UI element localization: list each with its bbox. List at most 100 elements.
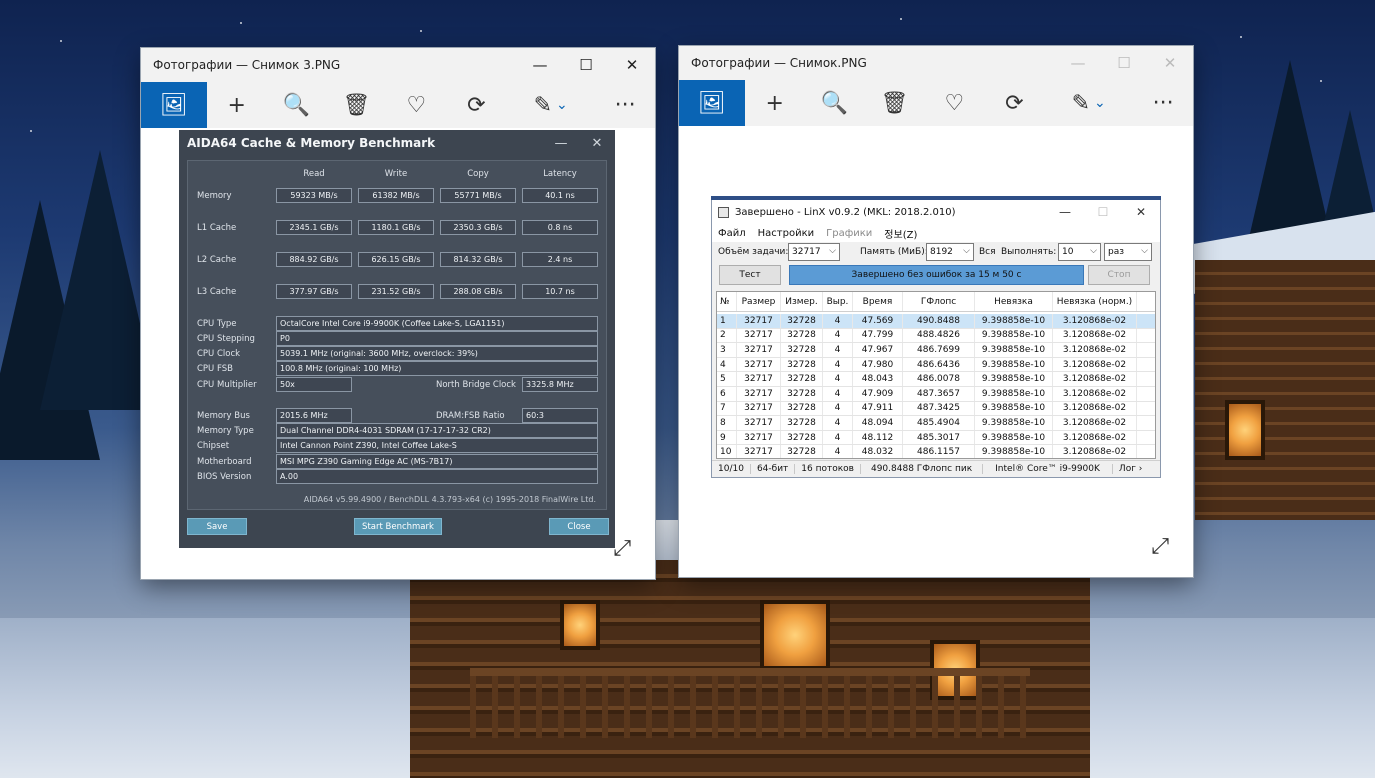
memory-latency: 40.1 ns	[522, 188, 598, 203]
add-icon[interactable]: +	[745, 80, 805, 126]
table-cell: 4	[823, 430, 853, 445]
dram-ratio-label: DRAM:FSB Ratio	[436, 411, 505, 421]
linx-title-bar: Завершено - LinX v0.9.2 (MKL: 2018.2.010…	[712, 200, 1160, 224]
table-cell: 7	[717, 401, 737, 416]
table-row[interactable]: 6 32717 32728 4 47.909 487.3657 9.398858e-10 3.…	[717, 387, 1155, 402]
l2-read: 884.92 GB/s	[276, 252, 352, 267]
maximize-button[interactable]: ☐	[563, 48, 609, 82]
run-count-select: 10 ⌵	[1058, 243, 1101, 261]
add-icon[interactable]: +	[207, 82, 267, 128]
table-row[interactable]: 7 32717 32728 4 47.911 487.3425 9.398858e-10 3.…	[717, 401, 1155, 417]
favorite-icon[interactable]: ♡	[386, 82, 446, 128]
zoom-icon[interactable]: 🔍	[267, 82, 327, 128]
table-cell: 485.4904	[903, 416, 975, 430]
table-cell: 32728	[781, 357, 823, 372]
delete-icon[interactable]: 🗑	[865, 80, 925, 126]
linx-menu-bar: Файл Настройки Графики 정보(Z)	[712, 224, 1160, 242]
table-cell: 4	[823, 357, 853, 372]
table-cell: 9.398858e-10	[975, 328, 1053, 343]
table-row[interactable]: 9 32717 32728 4 48.112 485.3017 9.398858e-10 3.…	[717, 430, 1155, 446]
dram-ratio-value: 60:3	[522, 408, 598, 423]
table-cell: 9.398858e-10	[975, 430, 1053, 445]
table-cell: 47.980	[853, 357, 903, 372]
memory-read: 59323 MB/s	[276, 188, 352, 203]
close-button[interactable]: ✕	[1147, 46, 1193, 80]
row-label-l1: L1 Cache	[197, 223, 237, 233]
minimize-button[interactable]: —	[1055, 46, 1101, 80]
l1-write: 1180.1 GB/s	[358, 220, 434, 235]
photos-window-aida: Фотографии — Снимок 3.PNG — ☐ ✕ 🖼 + 🔍 🗑 …	[141, 48, 655, 579]
table-cell: 488.4826	[903, 328, 975, 343]
table-cell: 4	[823, 372, 853, 386]
aida-start-benchmark-button: Start Benchmark	[354, 518, 442, 535]
table-row[interactable]: 8 32717 32728 4 48.094 485.4904 9.398858e-10 3.…	[717, 416, 1155, 431]
expand-icon[interactable]: ⤢	[1151, 534, 1169, 559]
l1-latency: 0.8 ns	[522, 220, 598, 235]
table-cell: 47.799	[853, 328, 903, 343]
column-header: Измер.	[781, 292, 823, 311]
table-row[interactable]: 4 32717 32728 4 47.980 486.6436 9.398858e-10 3.…	[717, 357, 1155, 373]
l2-latency: 2.4 ns	[522, 252, 598, 267]
table-row[interactable]: 1 32717 32728 4 47.569 490.8488 9.398858e-10 3.…	[717, 314, 1155, 329]
more-icon[interactable]: ···	[1133, 80, 1193, 126]
memory-label: Память (МиБ):	[860, 247, 928, 257]
table-cell: 4	[823, 401, 853, 416]
more-icon[interactable]: ···	[595, 82, 655, 128]
table-cell: 32717	[737, 372, 781, 386]
menu-file: Файл	[718, 227, 746, 239]
favorite-icon[interactable]: ♡	[924, 80, 984, 126]
rotate-icon[interactable]: ⟳	[984, 80, 1044, 126]
image-icon[interactable]: 🖼	[679, 80, 745, 126]
table-cell: 9.398858e-10	[975, 314, 1053, 328]
maximize-button[interactable]: ☐	[1101, 46, 1147, 80]
rotate-icon[interactable]: ⟳	[446, 82, 506, 128]
title-bar[interactable]: Фотографии — Снимок.PNG — ☐ ✕	[679, 46, 1193, 80]
status-progress: 10/10	[712, 464, 751, 474]
table-cell: 32717	[737, 328, 781, 343]
image-icon[interactable]: 🖼	[141, 82, 207, 128]
table-cell: 3.120868e-02	[1053, 357, 1137, 372]
status-bitness: 64-бит	[751, 464, 796, 474]
cpu-multiplier-label: CPU Multiplier	[197, 380, 257, 390]
minimize-button[interactable]: —	[517, 48, 563, 82]
close-button[interactable]: ✕	[609, 48, 655, 82]
menu-graphs: Графики	[826, 227, 873, 239]
table-cell: 32728	[781, 314, 823, 328]
col-header-latency: Latency	[543, 169, 577, 179]
table-cell: 486.6436	[903, 357, 975, 372]
chevron-down-icon: ⌵	[829, 246, 836, 256]
table-cell: 32728	[781, 401, 823, 416]
zoom-icon[interactable]: 🔍	[805, 80, 865, 126]
table-cell: 3.120868e-02	[1053, 372, 1137, 386]
chevron-down-icon: ⌵	[1141, 246, 1148, 256]
l3-write: 231.52 GB/s	[358, 284, 434, 299]
table-cell: 1	[717, 314, 737, 328]
table-cell: 4	[823, 314, 853, 328]
edit-draw-icon[interactable]: ✎ ⌄	[506, 82, 595, 128]
table-row[interactable]: 3 32717 32728 4 47.967 486.7699 9.398858e-10 3.…	[717, 343, 1155, 358]
motherboard-value: MSI MPG Z390 Gaming Edge AC (MS-7B17)	[276, 454, 598, 469]
aida-footer: AIDA64 v5.99.4900 / BenchDLL 4.3.793-x64…	[303, 495, 596, 504]
expand-icon[interactable]: ⤢	[613, 536, 631, 561]
memory-type-value: Dual Channel DDR4-4031 SDRAM (17-17-17-3…	[276, 423, 598, 438]
table-cell: 32717	[737, 416, 781, 430]
table-cell: 10	[717, 445, 737, 458]
edit-draw-icon[interactable]: ✎ ⌄	[1044, 80, 1133, 126]
table-cell: 47.569	[853, 314, 903, 328]
table-cell: 48.094	[853, 416, 903, 430]
memory-value: 8192	[930, 247, 953, 257]
status-peak: 490.8488 ГФлопс пик	[861, 464, 984, 474]
edit-icon: ✎	[1071, 90, 1091, 116]
table-row[interactable]: 5 32717 32728 4 48.043 486.0078 9.398858e-10 3.…	[717, 372, 1155, 387]
table-row[interactable]: 10 32717 32728 4 48.032 486.1157 9.398858e-10 3…	[717, 445, 1155, 458]
delete-icon[interactable]: 🗑	[327, 82, 387, 128]
table-cell: 4	[823, 445, 853, 458]
aida-close-button: Close	[549, 518, 609, 535]
menu-settings: Настройки	[757, 227, 815, 239]
aida-results-panel: Read Write Copy Latency Memory 59323 MB/…	[187, 160, 607, 510]
menu-info: 정보(Z)	[884, 229, 918, 241]
table-row[interactable]: 2 32717 32728 4 47.799 488.4826 9.398858e-10 3.…	[717, 328, 1155, 344]
column-header: Невязка (норм.)	[1053, 292, 1137, 311]
title-bar[interactable]: Фотографии — Снимок 3.PNG — ☐ ✕	[141, 48, 655, 82]
table-cell: 47.967	[853, 343, 903, 357]
